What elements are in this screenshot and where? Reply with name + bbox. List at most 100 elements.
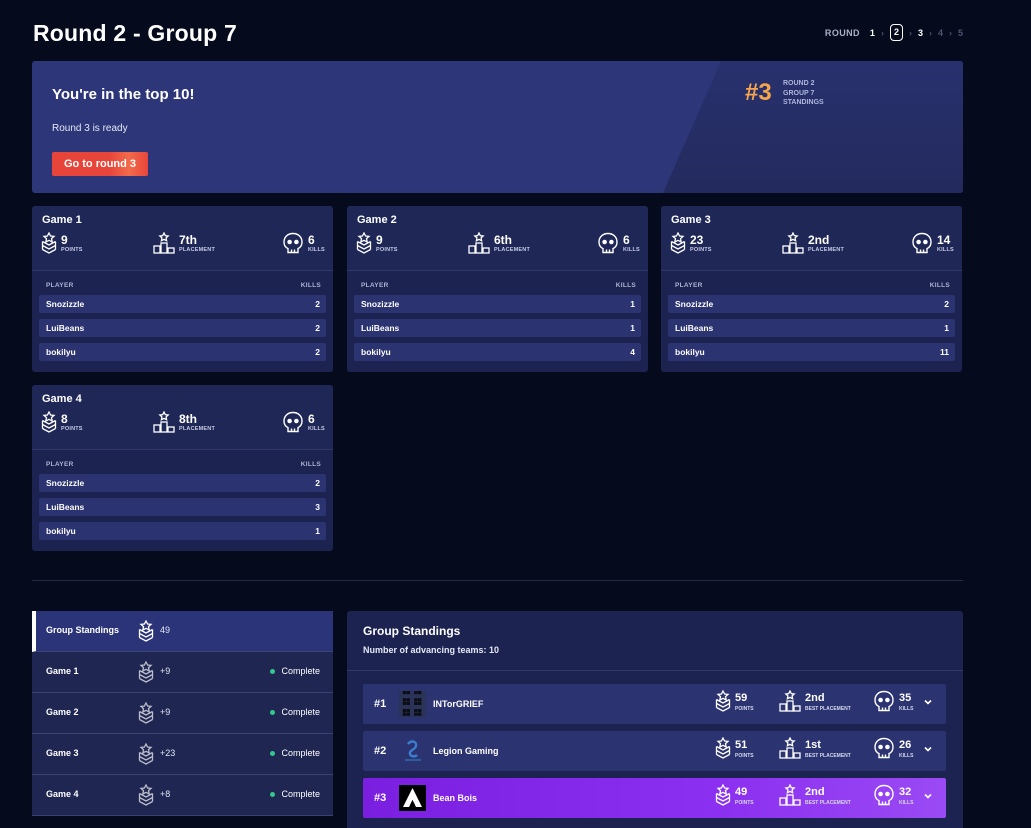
pixel-logo bbox=[399, 691, 426, 717]
player-kills: 1 bbox=[630, 299, 635, 309]
kills-stat-value: 6 bbox=[623, 232, 630, 247]
team-best-placement-label: BEST PLACEMENT bbox=[805, 752, 851, 759]
chevron-down-icon[interactable] bbox=[923, 697, 933, 709]
side-item-label: Game 1 bbox=[46, 666, 79, 676]
team-points-text: 59 POINTS bbox=[735, 691, 754, 712]
team-name: INTorGRIEF bbox=[433, 699, 484, 709]
side-item-label: Game 3 bbox=[46, 748, 79, 758]
points-stat-value: 9 bbox=[61, 232, 68, 247]
points-stat-value: 8 bbox=[61, 411, 68, 426]
skull-icon bbox=[282, 411, 304, 433]
skull-icon bbox=[873, 784, 895, 808]
side-item-points: +9 bbox=[160, 666, 171, 676]
side-item-label: Game 4 bbox=[46, 789, 79, 799]
placement-stat-text: 8th PLACEMENT bbox=[179, 413, 215, 432]
placement-stat-text: 2nd PLACEMENT bbox=[808, 234, 844, 253]
placement-stat-label: PLACEMENT bbox=[179, 246, 216, 253]
player-name: bokilyu bbox=[46, 526, 76, 536]
team-points-label: POINTS bbox=[735, 799, 754, 806]
side-item-points: 49 bbox=[160, 625, 171, 635]
kills-column-header: KILLS bbox=[929, 282, 950, 289]
points-icon bbox=[715, 783, 731, 808]
points-stat-label: POINTS bbox=[690, 246, 712, 253]
status-text: Complete bbox=[281, 707, 320, 717]
kills-column-header: KILLS bbox=[300, 282, 321, 289]
skull-icon bbox=[873, 737, 895, 761]
player-column-header: PLAYER bbox=[46, 461, 74, 468]
kills-stat: 6 KILLS bbox=[282, 232, 325, 254]
placement-stat-label: PLACEMENT bbox=[808, 246, 845, 253]
go-to-round-button[interactable]: Go to round 3 bbox=[52, 152, 148, 176]
placement-icon bbox=[779, 689, 801, 714]
player-name: bokilyu bbox=[361, 347, 391, 357]
chevron-down-icon[interactable] bbox=[923, 744, 933, 756]
player-row: Snozizzle 2 bbox=[39, 295, 326, 313]
team-kills-label: KILLS bbox=[899, 705, 914, 712]
team-row[interactable]: #1 INTorGRIEF 59 POINTS 2nd BEST PLACEMENT … bbox=[363, 684, 946, 724]
standings-list: #1 INTorGRIEF 59 POINTS 2nd BEST PLACEMENT … bbox=[363, 684, 946, 825]
team-best-placement-value: 2nd bbox=[805, 785, 825, 798]
section-divider bbox=[32, 580, 963, 581]
team-kills-text: 35 KILLS bbox=[899, 691, 914, 712]
player-table-header: PLAYER KILLS bbox=[46, 461, 321, 468]
standings-title: Group Standings bbox=[363, 624, 461, 638]
group-standings-panel: Group Standings Number of advancing team… bbox=[347, 611, 963, 828]
team-points-label: POINTS bbox=[735, 705, 754, 712]
player-name: bokilyu bbox=[46, 347, 76, 357]
team-points-value: 59 bbox=[735, 691, 748, 704]
player-name: Snozizzle bbox=[46, 299, 85, 309]
player-column-header: PLAYER bbox=[46, 282, 74, 289]
team-rank: #3 bbox=[374, 792, 387, 804]
standings-header: Group Standings Number of advancing team… bbox=[347, 611, 963, 671]
player-name: Snozizzle bbox=[361, 299, 400, 309]
points-icon bbox=[138, 783, 154, 808]
team-kills-value: 35 bbox=[899, 691, 912, 704]
player-name: LuiBeans bbox=[46, 502, 85, 512]
team-points-value: 49 bbox=[735, 785, 748, 798]
game-status: Complete bbox=[270, 748, 320, 758]
side-item-group-standings[interactable]: Group Standings 49 bbox=[32, 611, 333, 652]
points-icon bbox=[138, 742, 154, 767]
placement-stat-value: 7th bbox=[179, 232, 197, 247]
chevron-right-icon: › bbox=[880, 27, 884, 38]
points-icon bbox=[356, 232, 372, 254]
team-best-placement-value: 2nd bbox=[805, 691, 825, 704]
round-3-link[interactable]: 3 bbox=[918, 28, 923, 38]
side-item-game-4[interactable]: Game 4 +8 Complete bbox=[32, 775, 333, 816]
player-row: bokilyu 2 bbox=[39, 343, 326, 361]
points-icon bbox=[138, 660, 154, 685]
player-row: LuiBeans 1 bbox=[354, 319, 641, 337]
side-item-game-2[interactable]: Game 2 +9 Complete bbox=[32, 693, 333, 734]
game-card-header: Game 1 9 POINTS 7th PLACEMENT 6 KILLS bbox=[32, 206, 333, 271]
team-points-label: POINTS bbox=[735, 752, 754, 759]
team-best-placement: 1st BEST PLACEMENT bbox=[779, 736, 851, 761]
team-kills-text: 32 KILLS bbox=[899, 786, 913, 806]
player-row: Snozizzle 2 bbox=[668, 295, 955, 313]
player-kills: 2 bbox=[315, 299, 320, 309]
player-row: LuiBeans 2 bbox=[39, 319, 326, 337]
team-row[interactable]: #3 Bean Bois 49 POINTS 2nd BEST PLACEMENT 3… bbox=[363, 778, 946, 818]
placement-icon bbox=[153, 232, 175, 254]
game-card: Game 3 23 POINTS 2nd PLACEMENT 14 KILLS PLAY… bbox=[661, 206, 962, 372]
player-kills: 1 bbox=[315, 526, 320, 536]
side-item-points: +9 bbox=[160, 707, 171, 717]
page-title: Round 2 - Group 7 bbox=[33, 20, 237, 46]
round-2-link[interactable]: 2 bbox=[889, 24, 903, 41]
team-name: Bean Bois bbox=[433, 793, 478, 803]
side-item-game-3[interactable]: Game 3 +23 Complete bbox=[32, 734, 333, 775]
meta-round: ROUND 2 bbox=[783, 80, 815, 87]
team-row[interactable]: #2 Legion Gaming 51 POINTS 1st BEST PLACEME… bbox=[363, 731, 946, 771]
player-name: LuiBeans bbox=[361, 323, 400, 333]
game-card: Game 1 9 POINTS 7th PLACEMENT 6 KILLS PLAYER… bbox=[32, 206, 333, 372]
placement-stat-text: 6th PLACEMENT bbox=[494, 234, 530, 253]
round-1-link[interactable]: 1 bbox=[870, 28, 875, 38]
kills-stat-text: 14 KILLS bbox=[937, 234, 954, 253]
status-dot bbox=[270, 791, 276, 797]
standings-side-nav: Group Standings 49 Game 1 +9 Complete Game … bbox=[32, 611, 333, 816]
player-kills: 2 bbox=[315, 323, 320, 333]
side-item-points: +23 bbox=[160, 748, 176, 758]
chevron-down-icon[interactable] bbox=[923, 791, 933, 803]
placement-icon bbox=[782, 232, 804, 254]
side-item-game-1[interactable]: Game 1 +9 Complete bbox=[32, 652, 333, 693]
kills-stat: 6 KILLS bbox=[597, 232, 640, 254]
